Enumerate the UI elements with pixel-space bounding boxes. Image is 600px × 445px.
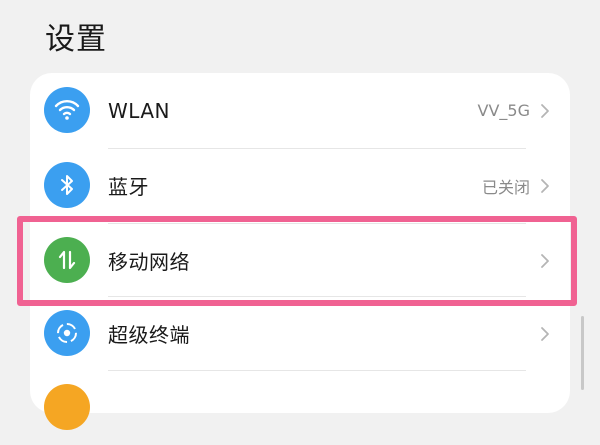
settings-row-label: WLAN <box>108 98 171 123</box>
page-title: 设置 <box>45 22 107 57</box>
settings-row-label: 超级终端 <box>108 323 190 347</box>
chevron-right-icon <box>538 101 552 121</box>
settings-row-label: 蓝牙 <box>108 175 149 199</box>
chevron-right-icon <box>538 176 552 196</box>
settings-row-super-device[interactable]: 超级终端 <box>30 296 570 371</box>
settings-row-value: 已关闭 <box>481 177 530 197</box>
settings-row-value: VV_5G <box>477 101 530 120</box>
settings-row-partial[interactable] <box>30 370 570 445</box>
chevron-right-icon <box>538 324 552 344</box>
settings-row-label: 移动网络 <box>108 250 190 274</box>
settings-row-mobile-network[interactable]: 移动网络 <box>30 223 570 298</box>
scrollbar[interactable] <box>581 316 584 390</box>
bluetooth-icon <box>44 162 90 208</box>
chevron-right-icon <box>538 251 552 271</box>
settings-row-bluetooth[interactable]: 蓝牙 已关闭 <box>30 148 570 223</box>
partial-icon <box>44 384 90 430</box>
settings-row-wlan[interactable]: WLAN VV_5G <box>30 73 570 148</box>
wifi-icon <box>44 87 90 133</box>
mobile-network-icon <box>44 237 90 283</box>
super-device-icon <box>44 310 90 356</box>
